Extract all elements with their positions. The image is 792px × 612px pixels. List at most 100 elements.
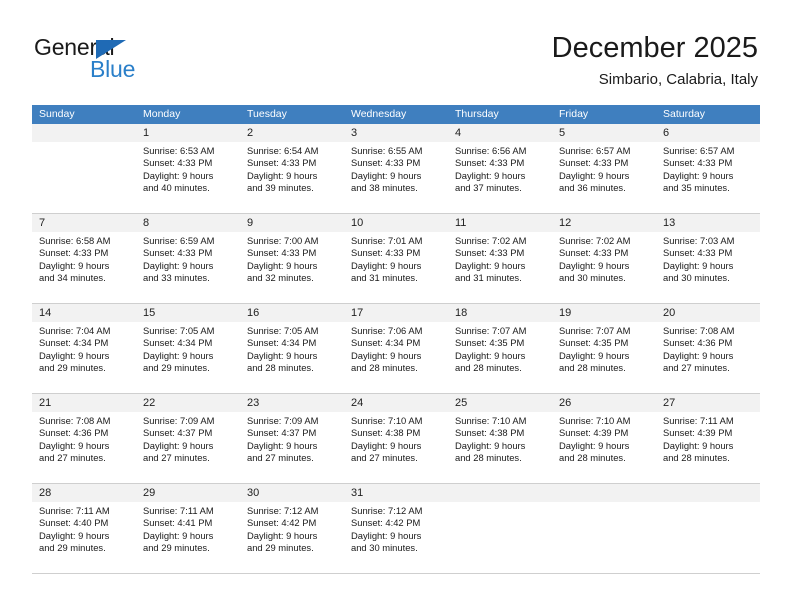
- sunrise-text: Sunrise: 7:10 AM: [455, 415, 527, 426]
- calendar-grid: Sunday Monday Tuesday Wednesday Thursday Frid…: [32, 105, 760, 574]
- sunrise-text: Sunrise: 6:53 AM: [143, 145, 215, 156]
- day-number: 10: [351, 217, 364, 229]
- daylight-text-line1: Daylight: 9 hours: [247, 439, 318, 451]
- calendar-week-row: 14 Sunrise: 7:04 AM Sunset: 4:34 PM Dayligh…: [32, 304, 760, 394]
- day-sun-info: Sunrise: 7:11 AM Sunset: 4:39 PM Daylight:…: [656, 412, 760, 465]
- daylight-text-line1: Daylight: 9 hours: [39, 439, 110, 451]
- calendar-day-cell[interactable]: 16 Sunrise: 7:05 AM Sunset: 4:34 PM Dayligh…: [240, 304, 344, 393]
- calendar-day-cell[interactable]: 6 Sunrise: 6:57 AM Sunset: 4:33 PM Daylight…: [656, 124, 760, 213]
- calendar-day-cell[interactable]: 23 Sunrise: 7:09 AM Sunset: 4:37 PM Dayligh…: [240, 394, 344, 483]
- calendar-day-cell[interactable]: 13 Sunrise: 7:03 AM Sunset: 4:33 PM Dayligh…: [656, 214, 760, 303]
- day-number-band: 16: [240, 304, 344, 322]
- sunrise-text: Sunrise: 7:10 AM: [351, 415, 423, 426]
- daylight-text-line1: Daylight: 9 hours: [247, 529, 318, 541]
- calendar-day-cell[interactable]: 22 Sunrise: 7:09 AM Sunset: 4:37 PM Dayligh…: [136, 394, 240, 483]
- day-sun-info: Sunrise: 7:08 AM Sunset: 4:36 PM Daylight:…: [656, 322, 760, 375]
- day-number-band: [656, 484, 760, 502]
- calendar-day-cell[interactable]: 24 Sunrise: 7:10 AM Sunset: 4:38 PM Dayligh…: [344, 394, 448, 483]
- day-number-band: 20: [656, 304, 760, 322]
- daylight-text-line1: Daylight: 9 hours: [143, 439, 214, 451]
- daylight-text-line1: Daylight: 9 hours: [39, 349, 110, 361]
- day-sun-info: Sunrise: 7:10 AM Sunset: 4:38 PM Daylight:…: [344, 412, 448, 465]
- day-number-band: 25: [448, 394, 552, 412]
- sunset-text: Sunset: 4:33 PM: [351, 157, 421, 169]
- day-number-band: 10: [344, 214, 448, 232]
- weekday-header-tuesday: Tuesday: [247, 108, 287, 120]
- calendar-day-cell[interactable]: 12 Sunrise: 7:02 AM Sunset: 4:33 PM Dayligh…: [552, 214, 656, 303]
- day-sun-info: Sunrise: 7:09 AM Sunset: 4:37 PM Daylight:…: [136, 412, 240, 465]
- sunrise-text: Sunrise: 6:57 AM: [663, 145, 735, 156]
- calendar-day-cell[interactable]: 10 Sunrise: 7:01 AM Sunset: 4:33 PM Dayligh…: [344, 214, 448, 303]
- day-number: 4: [455, 127, 462, 139]
- daylight-text-line1: Daylight: 9 hours: [559, 439, 630, 451]
- calendar-day-cell[interactable]: 18 Sunrise: 7:07 AM Sunset: 4:35 PM Dayligh…: [448, 304, 552, 393]
- day-sun-info: Sunrise: 7:02 AM Sunset: 4:33 PM Daylight:…: [448, 232, 552, 285]
- day-number-band: 26: [552, 394, 656, 412]
- calendar-day-cell[interactable]: 8 Sunrise: 6:59 AM Sunset: 4:33 PM Daylight…: [136, 214, 240, 303]
- day-number: 16: [247, 307, 260, 319]
- day-number-band: 18: [448, 304, 552, 322]
- calendar-day-cell[interactable]: 11 Sunrise: 7:02 AM Sunset: 4:33 PM Dayligh…: [448, 214, 552, 303]
- day-number: 24: [351, 397, 364, 409]
- sunrise-text: Sunrise: 7:00 AM: [247, 235, 319, 246]
- sunset-text: Sunset: 4:36 PM: [663, 337, 733, 349]
- daylight-text-line1: Daylight: 9 hours: [663, 259, 734, 271]
- daylight-text-line2: and 29 minutes.: [39, 362, 106, 374]
- calendar-day-cell[interactable]: 5 Sunrise: 6:57 AM Sunset: 4:33 PM Daylight…: [552, 124, 656, 213]
- calendar-day-cell[interactable]: 4 Sunrise: 6:56 AM Sunset: 4:33 PM Daylight…: [448, 124, 552, 213]
- daylight-text-line2: and 27 minutes.: [143, 452, 210, 464]
- day-number-band: 29: [136, 484, 240, 502]
- day-sun-info: Sunrise: 6:54 AM Sunset: 4:33 PM Daylight:…: [240, 142, 344, 195]
- day-sun-info: Sunrise: 6:57 AM Sunset: 4:33 PM Daylight:…: [656, 142, 760, 195]
- calendar-day-cell[interactable]: 31 Sunrise: 7:12 AM Sunset: 4:42 PM Dayligh…: [344, 484, 448, 573]
- day-sun-info: Sunrise: 7:07 AM Sunset: 4:35 PM Daylight:…: [552, 322, 656, 375]
- day-number: 15: [143, 307, 156, 319]
- calendar-day-cell[interactable]: 2 Sunrise: 6:54 AM Sunset: 4:33 PM Daylight…: [240, 124, 344, 213]
- calendar-day-cell-empty: [552, 484, 656, 573]
- daylight-text-line2: and 34 minutes.: [39, 272, 106, 284]
- sunset-text: Sunset: 4:34 PM: [39, 337, 109, 349]
- sunset-text: Sunset: 4:39 PM: [663, 427, 733, 439]
- daylight-text-line1: Daylight: 9 hours: [143, 259, 214, 271]
- calendar-day-cell[interactable]: 26 Sunrise: 7:10 AM Sunset: 4:39 PM Dayligh…: [552, 394, 656, 483]
- daylight-text-line2: and 33 minutes.: [143, 272, 210, 284]
- daylight-text-line2: and 27 minutes.: [351, 452, 418, 464]
- sunrise-text: Sunrise: 7:12 AM: [351, 505, 423, 516]
- calendar-day-cell[interactable]: 19 Sunrise: 7:07 AM Sunset: 4:35 PM Dayligh…: [552, 304, 656, 393]
- daylight-text-line2: and 31 minutes.: [455, 272, 522, 284]
- day-number: 14: [39, 307, 52, 319]
- calendar-day-cell[interactable]: 9 Sunrise: 7:00 AM Sunset: 4:33 PM Daylight…: [240, 214, 344, 303]
- sunrise-text: Sunrise: 7:05 AM: [143, 325, 215, 336]
- day-sun-info: Sunrise: 7:06 AM Sunset: 4:34 PM Daylight:…: [344, 322, 448, 375]
- calendar-day-cell[interactable]: 14 Sunrise: 7:04 AM Sunset: 4:34 PM Dayligh…: [32, 304, 136, 393]
- day-number: 5: [559, 127, 566, 139]
- sunrise-text: Sunrise: 7:11 AM: [143, 505, 214, 516]
- calendar-day-cell[interactable]: 27 Sunrise: 7:11 AM Sunset: 4:39 PM Dayligh…: [656, 394, 760, 483]
- calendar-day-cell[interactable]: 20 Sunrise: 7:08 AM Sunset: 4:36 PM Dayligh…: [656, 304, 760, 393]
- day-number-band: 9: [240, 214, 344, 232]
- calendar-day-cell[interactable]: 30 Sunrise: 7:12 AM Sunset: 4:42 PM Dayligh…: [240, 484, 344, 573]
- day-sun-info: Sunrise: 6:58 AM Sunset: 4:33 PM Daylight:…: [32, 232, 136, 285]
- sunset-text: Sunset: 4:41 PM: [143, 517, 213, 529]
- day-number: 29: [143, 487, 156, 499]
- day-number-band: [552, 484, 656, 502]
- calendar-day-cell[interactable]: 21 Sunrise: 7:08 AM Sunset: 4:36 PM Dayligh…: [32, 394, 136, 483]
- sunset-text: Sunset: 4:34 PM: [247, 337, 317, 349]
- calendar-day-cell[interactable]: 28 Sunrise: 7:11 AM Sunset: 4:40 PM Dayligh…: [32, 484, 136, 573]
- sunrise-text: Sunrise: 7:11 AM: [39, 505, 110, 516]
- calendar-day-cell[interactable]: 7 Sunrise: 6:58 AM Sunset: 4:33 PM Daylight…: [32, 214, 136, 303]
- calendar-day-cell[interactable]: 3 Sunrise: 6:55 AM Sunset: 4:33 PM Daylight…: [344, 124, 448, 213]
- calendar-day-cell[interactable]: 29 Sunrise: 7:11 AM Sunset: 4:41 PM Dayligh…: [136, 484, 240, 573]
- day-number-band: 22: [136, 394, 240, 412]
- calendar-day-cell[interactable]: 1 Sunrise: 6:53 AM Sunset: 4:33 PM Daylight…: [136, 124, 240, 213]
- sunrise-text: Sunrise: 7:01 AM: [351, 235, 423, 246]
- sunset-text: Sunset: 4:33 PM: [559, 157, 629, 169]
- sunset-text: Sunset: 4:34 PM: [351, 337, 421, 349]
- calendar-day-cell[interactable]: 15 Sunrise: 7:05 AM Sunset: 4:34 PM Dayligh…: [136, 304, 240, 393]
- sunrise-text: Sunrise: 7:08 AM: [39, 415, 111, 426]
- calendar-day-cell[interactable]: 17 Sunrise: 7:06 AM Sunset: 4:34 PM Dayligh…: [344, 304, 448, 393]
- day-sun-info: Sunrise: 7:07 AM Sunset: 4:35 PM Daylight:…: [448, 322, 552, 375]
- general-blue-logo[interactable]: General Blue: [34, 34, 234, 90]
- sunrise-text: Sunrise: 7:03 AM: [663, 235, 735, 246]
- calendar-day-cell[interactable]: 25 Sunrise: 7:10 AM Sunset: 4:38 PM Dayligh…: [448, 394, 552, 483]
